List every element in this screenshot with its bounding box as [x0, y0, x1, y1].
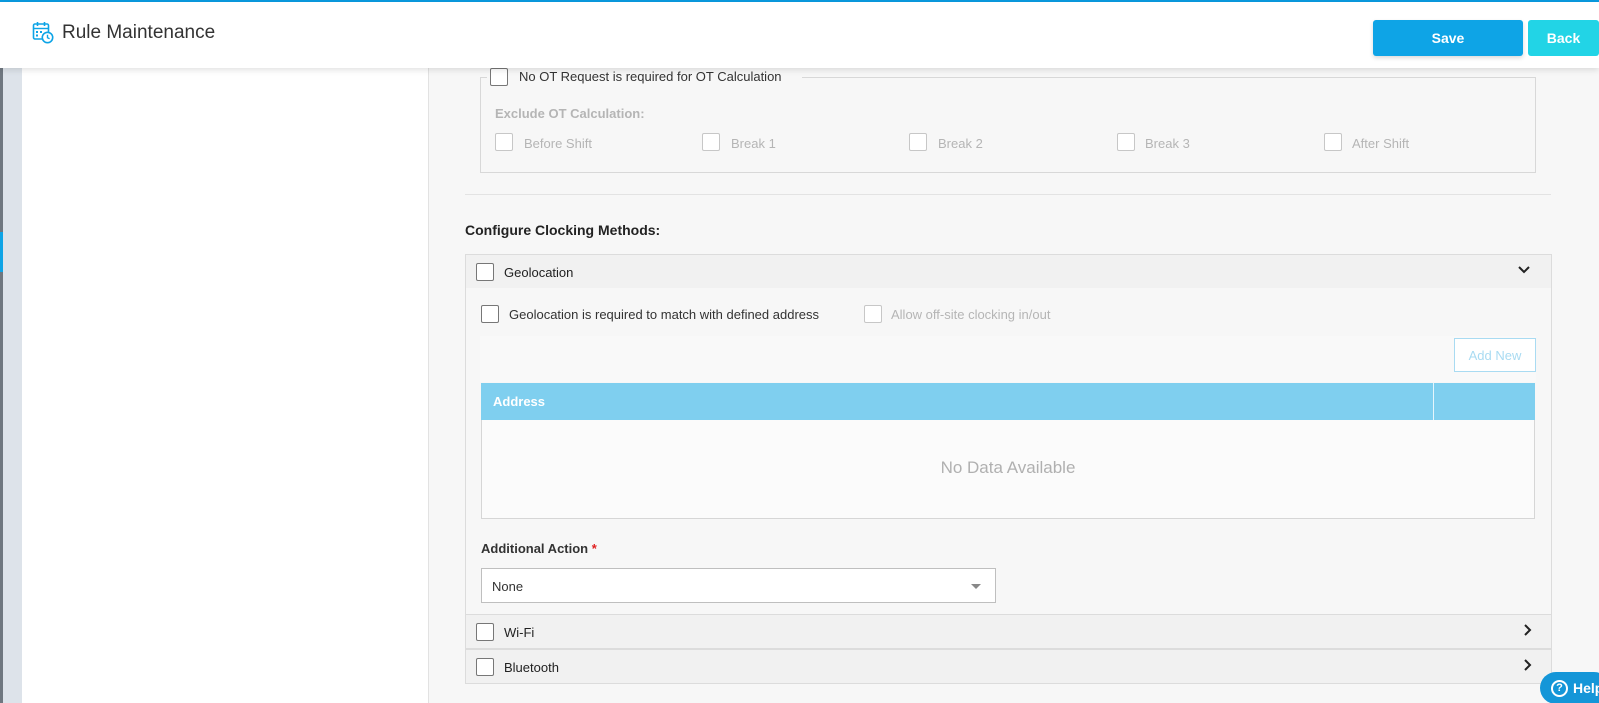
- wifi-label: Wi-Fi: [504, 625, 535, 640]
- geolocation-label: Geolocation: [504, 265, 574, 280]
- geolocation-checkbox[interactable]: [476, 263, 494, 281]
- grid-toolbar: [480, 336, 1536, 382]
- exclude-after-shift-label: After Shift: [1352, 136, 1410, 151]
- bluetooth-label: Bluetooth: [504, 660, 559, 675]
- address-column-header[interactable]: Address: [493, 394, 545, 409]
- exclude-before-shift-label: Before Shift: [524, 136, 592, 151]
- exclude-break-3-checkbox[interactable]: [1117, 133, 1135, 151]
- help-label: Help: [1573, 680, 1599, 696]
- no-data-message: No Data Available: [940, 458, 1076, 477]
- nav-rail-active-marker: [0, 232, 3, 272]
- wifi-checkbox[interactable]: [476, 623, 494, 641]
- allow-offsite-label: Allow off-site clocking in/out: [891, 307, 1051, 322]
- exclude-after-shift-checkbox[interactable]: [1324, 133, 1342, 151]
- save-button[interactable]: Save: [1373, 20, 1523, 56]
- address-grid-header: Address: [481, 383, 1535, 420]
- exclude-break-3-label: Break 3: [1145, 136, 1190, 151]
- chevron-down-icon[interactable]: [1517, 263, 1531, 277]
- allow-offsite-checkbox[interactable]: [864, 305, 882, 323]
- additional-action-select[interactable]: None: [481, 568, 996, 603]
- ot-fieldset: [480, 77, 1536, 173]
- nav-rail-edge: [0, 68, 3, 703]
- required-marker: *: [591, 541, 597, 556]
- geolocation-match-address-checkbox[interactable]: [481, 305, 499, 323]
- chevron-right-icon[interactable]: [1521, 658, 1535, 672]
- help-icon: ?: [1551, 680, 1568, 697]
- page-title: Rule Maintenance: [62, 22, 216, 43]
- left-panel: [22, 68, 429, 703]
- nav-rail: [0, 68, 22, 703]
- exclude-break-2-checkbox[interactable]: [909, 133, 927, 151]
- clocking-methods-title: Configure Clocking Methods:: [465, 222, 661, 238]
- additional-action-value: None: [492, 579, 524, 594]
- help-button[interactable]: ? Help: [1540, 672, 1599, 703]
- wifi-accordion-header[interactable]: Wi-Fi: [465, 614, 1552, 649]
- no-ot-request-checkbox[interactable]: [490, 68, 508, 86]
- back-button[interactable]: Back: [1528, 20, 1599, 56]
- exclude-before-shift-checkbox[interactable]: [495, 133, 513, 151]
- add-new-address-button[interactable]: Add New: [1454, 338, 1536, 372]
- exclude-break-1-label: Break 1: [731, 136, 776, 151]
- geolocation-match-address-label: Geolocation is required to match with de…: [509, 307, 820, 322]
- geolocation-accordion-header[interactable]: Geolocation: [465, 254, 1552, 289]
- bluetooth-accordion-header[interactable]: Bluetooth: [465, 649, 1552, 684]
- additional-action-label: Additional Action *: [481, 541, 597, 556]
- app-header: Rule Maintenance Save Back: [0, 2, 1599, 68]
- section-divider: [465, 194, 1551, 195]
- exclude-break-2-label: Break 2: [938, 136, 983, 151]
- address-grid-body: No Data Available: [481, 420, 1535, 519]
- column-divider: [1433, 383, 1434, 420]
- no-ot-request-label: No OT Request is required for OT Calcula…: [519, 69, 782, 84]
- dropdown-caret-icon: [971, 584, 981, 589]
- bluetooth-checkbox[interactable]: [476, 658, 494, 676]
- exclude-break-1-checkbox[interactable]: [702, 133, 720, 151]
- chevron-right-icon[interactable]: [1521, 623, 1535, 637]
- additional-action-label-text: Additional Action: [481, 541, 589, 556]
- calendar-clock-icon: [32, 22, 54, 44]
- exclude-ot-title: Exclude OT Calculation:: [495, 106, 645, 121]
